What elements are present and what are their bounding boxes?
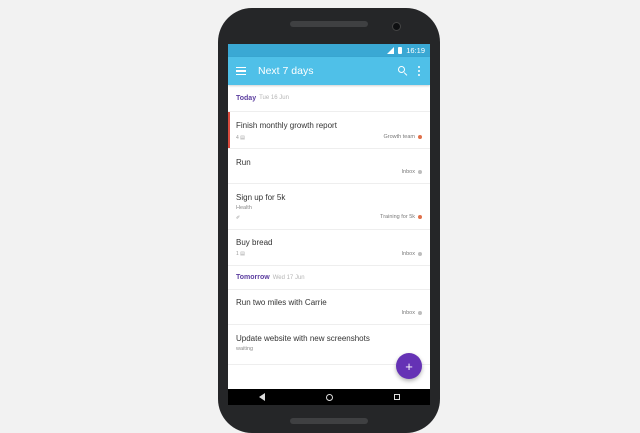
comment-count: 4 ▤ xyxy=(236,135,245,141)
project-label[interactable]: Training for 5k xyxy=(380,214,422,220)
section-date: Wed 17 Jun xyxy=(272,274,305,281)
project-color-dot xyxy=(418,311,422,315)
project-color-dot xyxy=(418,135,422,139)
task-row[interactable]: Run Inbox xyxy=(228,149,430,184)
project-label[interactable]: Inbox xyxy=(402,169,422,175)
task-title: Sign up for 5k xyxy=(236,193,286,202)
add-task-button[interactable]: + xyxy=(396,353,422,379)
home-icon[interactable] xyxy=(325,393,333,401)
note-icon: ✐ xyxy=(236,215,241,221)
comment-icon: ▤ xyxy=(240,251,245,257)
status-bar: 16:19 xyxy=(228,44,430,57)
section-header-tomorrow: Tomorrow Wed 17 Jun xyxy=(228,266,430,290)
project-color-dot xyxy=(418,170,422,174)
task-title: Buy bread xyxy=(236,238,273,247)
search-icon[interactable] xyxy=(398,66,408,77)
task-title: Finish monthly growth report xyxy=(236,121,337,130)
bottom-speaker xyxy=(290,418,368,424)
comment-count: 1 ▤ xyxy=(236,251,245,257)
project-color-dot xyxy=(418,215,422,219)
task-row[interactable]: Sign up for 5k Health ✐ Training for 5k xyxy=(228,184,430,230)
section-title: Today xyxy=(236,94,257,102)
battery-icon xyxy=(398,47,403,54)
task-row[interactable]: Buy bread 1 ▤ Inbox xyxy=(228,230,430,266)
priority-indicator xyxy=(228,112,230,148)
signal-icon xyxy=(387,47,395,54)
status-time: 16:19 xyxy=(406,46,425,55)
task-title: Run xyxy=(236,158,251,167)
project-label[interactable]: Inbox xyxy=(402,310,422,316)
task-list: Today Tue 16 Jun Finish monthly growth r… xyxy=(228,85,430,365)
front-camera xyxy=(392,22,401,31)
task-row[interactable]: Run two miles with Carrie Inbox xyxy=(228,290,430,325)
system-nav-bar xyxy=(228,389,430,405)
comment-icon: ▤ xyxy=(240,135,245,141)
task-subtitle: waiting xyxy=(236,346,254,352)
more-vert-icon[interactable] xyxy=(418,66,421,76)
section-title: Tomorrow xyxy=(236,274,270,281)
project-label[interactable]: Inbox xyxy=(402,251,422,257)
task-title: Update website with new screenshots xyxy=(236,334,370,343)
section-date: Tue 16 Jun xyxy=(259,95,289,101)
phone-frame: 16:19 Next 7 days Today Tue 16 Jun Finis… xyxy=(218,8,440,433)
top-speaker xyxy=(290,21,368,27)
project-color-dot xyxy=(418,252,422,256)
phone-screen: 16:19 Next 7 days Today Tue 16 Jun Finis… xyxy=(228,44,430,405)
app-bar: Next 7 days xyxy=(228,57,430,85)
page-title: Next 7 days xyxy=(258,65,314,77)
project-label[interactable]: Growth team xyxy=(384,134,422,140)
recents-icon[interactable] xyxy=(393,394,400,400)
task-subtitle: Health xyxy=(236,205,252,211)
task-title: Run two miles with Carrie xyxy=(236,298,327,307)
menu-icon[interactable] xyxy=(236,67,246,75)
back-icon[interactable] xyxy=(258,393,265,401)
task-row[interactable]: Finish monthly growth report 4 ▤ Growth … xyxy=(228,112,430,149)
section-header-today: Today Tue 16 Jun xyxy=(228,85,430,112)
